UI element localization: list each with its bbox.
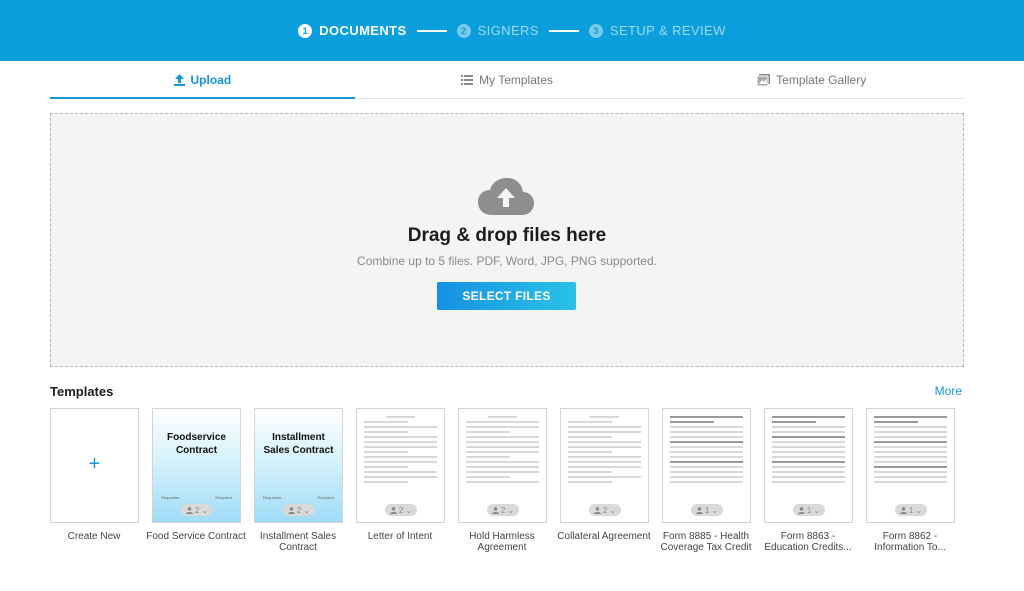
- signer-count-badge[interactable]: 2 ⌄: [181, 504, 213, 516]
- template-card-form-8863[interactable]: 1 ⌄: [764, 408, 853, 523]
- tab-label: Upload: [190, 73, 232, 87]
- chevron-down-icon: ⌄: [507, 505, 515, 515]
- template-label: Form 8862 - Information To...: [874, 531, 946, 553]
- person-icon: [287, 506, 295, 514]
- template-label: Letter of Intent: [367, 531, 433, 542]
- signer-count: 2: [500, 505, 506, 515]
- thumbnail-signer-labels: Requester Recipient: [161, 495, 232, 500]
- more-templates-link[interactable]: More: [935, 384, 962, 398]
- document-preview: [772, 416, 845, 498]
- template-label: Hold Harmless Agreement: [469, 531, 535, 553]
- signer-count: 1: [704, 505, 710, 515]
- thumbnail-label: Recipient: [317, 495, 334, 500]
- step-number: 1: [298, 23, 313, 38]
- list-icon: [461, 75, 474, 85]
- signer-count: 2: [398, 505, 404, 515]
- signer-count: 1: [806, 505, 812, 515]
- stepper-bar: 1 DOCUMENTS 2 SIGNERS 3 SETUP & REVIEW: [0, 0, 1024, 61]
- tab-upload[interactable]: Upload: [50, 62, 355, 99]
- thumbnail-label: Requester: [263, 495, 282, 500]
- signer-count: 2: [194, 505, 200, 515]
- step-label: SETUP & REVIEW: [609, 23, 726, 38]
- chevron-down-icon: ⌄: [609, 505, 617, 515]
- template-label: Installment Sales Contract: [259, 531, 337, 553]
- tab-my-templates[interactable]: My Templates: [355, 62, 660, 98]
- template-card-hold-harmless[interactable]: 2 ⌄: [458, 408, 547, 523]
- template-label: Food Service Contract: [146, 531, 246, 542]
- document-preview: [670, 416, 743, 498]
- signer-count: 1: [908, 505, 914, 515]
- upload-icon: [173, 74, 185, 86]
- templates-heading: Templates: [50, 384, 114, 399]
- create-new-card[interactable]: +: [50, 408, 139, 523]
- select-files-button[interactable]: SELECT FILES: [437, 282, 576, 310]
- person-icon: [185, 506, 193, 514]
- template-card-installment-sales[interactable]: Installment Sales Contract Requester Reci…: [254, 408, 343, 523]
- template-card-collateral[interactable]: 2 ⌄: [560, 408, 649, 523]
- template-label: Form 8863 - Education Credits...: [764, 531, 852, 553]
- chevron-down-icon: ⌄: [201, 505, 209, 515]
- person-icon: [695, 506, 703, 514]
- plus-icon: +: [88, 453, 101, 475]
- person-icon: [389, 506, 397, 514]
- step-label: DOCUMENTS: [319, 23, 407, 38]
- document-preview: [466, 416, 539, 498]
- chevron-down-icon: ⌄: [711, 505, 719, 515]
- source-tabs: Upload My Templates Template Gallery: [50, 62, 964, 99]
- template-label: Create New: [67, 531, 121, 542]
- thumbnail-label: Recipient: [215, 495, 232, 500]
- person-icon: [491, 506, 499, 514]
- document-preview: [874, 416, 947, 498]
- signer-count-badge[interactable]: 1 ⌄: [793, 504, 825, 516]
- template-card-food-service[interactable]: Foodservice Contract Requester Recipient …: [152, 408, 241, 523]
- document-preview: [364, 416, 437, 498]
- thumbnail-label: Requester: [161, 495, 180, 500]
- tab-label: My Templates: [479, 73, 553, 87]
- chevron-down-icon: ⌄: [303, 505, 311, 515]
- chevron-down-icon: ⌄: [813, 505, 821, 515]
- person-icon: [797, 506, 805, 514]
- signer-count-badge[interactable]: 1 ⌄: [895, 504, 927, 516]
- signer-count-badge[interactable]: 2 ⌄: [487, 504, 519, 516]
- dropzone-subtitle: Combine up to 5 files. PDF, Word, JPG, P…: [357, 254, 657, 268]
- tab-label: Template Gallery: [776, 73, 867, 87]
- thumbnail-title: Installment Sales Contract: [263, 432, 334, 456]
- signer-count-badge[interactable]: 2 ⌄: [283, 504, 315, 516]
- template-label: Collateral Agreement: [557, 531, 651, 542]
- step-number: 3: [588, 23, 603, 38]
- signer-count: 2: [602, 505, 608, 515]
- template-label: Form 8885 - Health Coverage Tax Credit: [660, 531, 752, 553]
- signer-count: 2: [296, 505, 302, 515]
- step-connector: [416, 29, 447, 32]
- person-icon: [899, 506, 907, 514]
- signer-count-badge[interactable]: 2 ⌄: [589, 504, 621, 516]
- template-card-form-8885[interactable]: 1 ⌄: [662, 408, 751, 523]
- tab-template-gallery[interactable]: Template Gallery: [659, 62, 964, 98]
- stepper: 1 DOCUMENTS 2 SIGNERS 3 SETUP & REVIEW: [298, 0, 726, 61]
- template-card-form-8862[interactable]: 1 ⌄: [866, 408, 955, 523]
- cloud-upload-icon: [478, 178, 534, 215]
- step-signers[interactable]: 2 SIGNERS: [456, 23, 539, 38]
- chevron-down-icon: ⌄: [405, 505, 413, 515]
- thumbnail-title: Foodservice Contract: [167, 432, 226, 456]
- dropzone-title: Drag & drop files here: [407, 225, 607, 246]
- thumbnail-signer-labels: Requester Recipient: [263, 495, 334, 500]
- step-connector: [548, 29, 579, 32]
- person-icon: [593, 506, 601, 514]
- signer-count-badge[interactable]: 1 ⌄: [691, 504, 723, 516]
- gallery-icon: [757, 74, 771, 86]
- signer-count-badge[interactable]: 2 ⌄: [385, 504, 417, 516]
- step-documents[interactable]: 1 DOCUMENTS: [298, 23, 406, 38]
- step-label: SIGNERS: [477, 23, 539, 38]
- step-setup-review[interactable]: 3 SETUP & REVIEW: [588, 23, 726, 38]
- step-number: 2: [456, 23, 471, 38]
- chevron-down-icon: ⌄: [915, 505, 923, 515]
- document-preview: [568, 416, 641, 498]
- template-card-letter-of-intent[interactable]: 2 ⌄: [356, 408, 445, 523]
